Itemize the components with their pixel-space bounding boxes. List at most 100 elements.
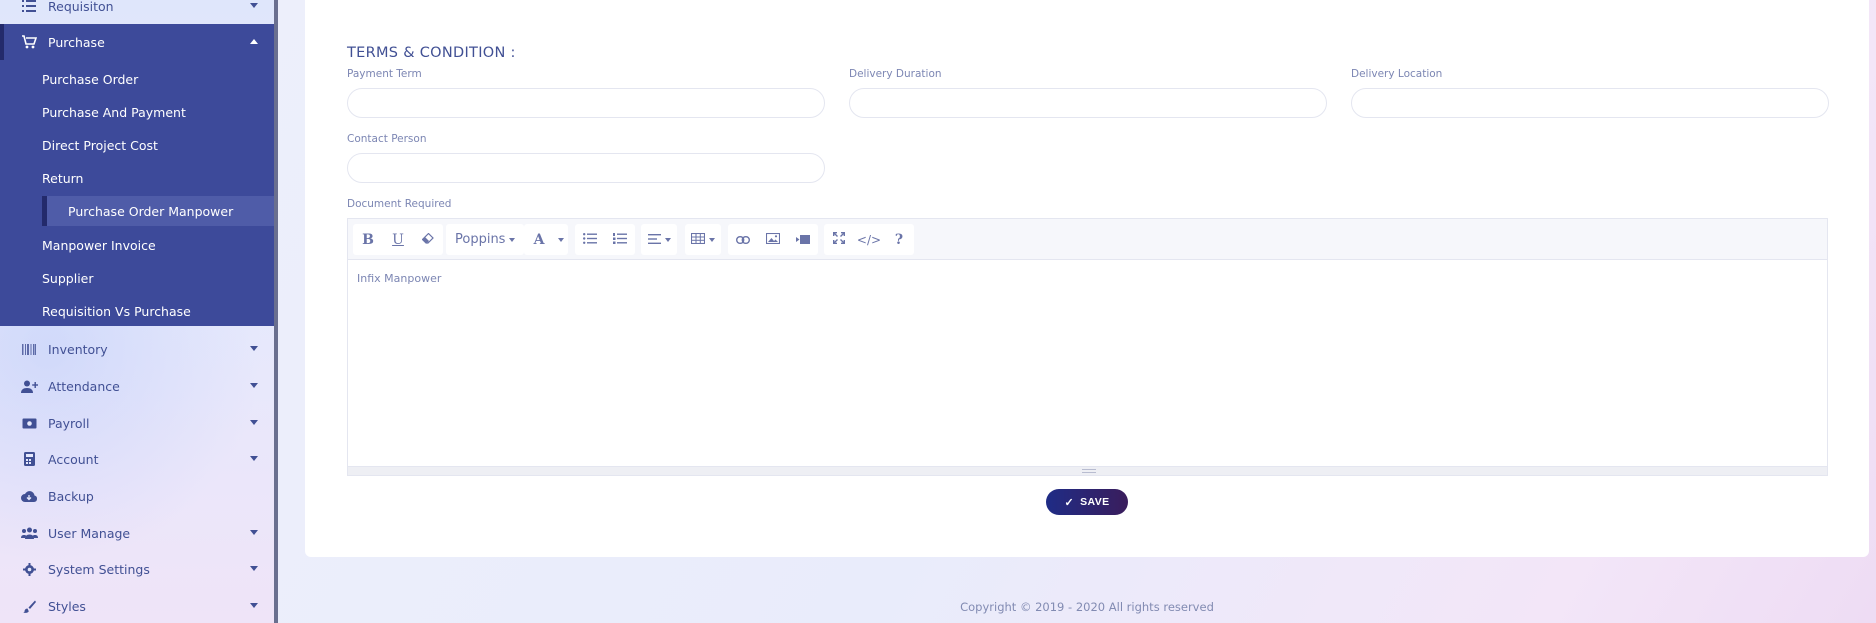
payment-term-input[interactable]	[347, 88, 825, 118]
ordered-list-icon	[613, 232, 627, 248]
submenu-item-purchase-and-payment[interactable]: Purchase And Payment	[0, 97, 274, 127]
code-icon: </>	[856, 232, 882, 247]
cloud-download-icon	[20, 488, 38, 504]
sidebar-item-label: Requisiton	[48, 0, 114, 14]
toolbar-group-lists	[575, 224, 635, 255]
delivery-location-label: Delivery Location	[1351, 68, 1443, 80]
sidebar-item-label: Payroll	[48, 415, 90, 431]
sidebar-item-label: Attendance	[48, 378, 120, 394]
chevron-down-icon	[250, 420, 258, 425]
submenu-item-manpower-invoice[interactable]: Manpower Invoice	[0, 230, 274, 260]
chevron-down-icon	[250, 3, 258, 8]
submenu-item-purchase-order[interactable]: Purchase Order	[0, 64, 274, 94]
sidebar-item-payroll[interactable]: Payroll	[0, 405, 274, 441]
sidebar: Requisiton Purchase Purchase Order Purch…	[0, 0, 274, 623]
editor-content[interactable]: Infix Manpower	[348, 260, 1827, 468]
sidebar-item-label: System Settings	[48, 561, 150, 577]
font-family-dropdown[interactable]: Poppins	[446, 224, 524, 255]
chevron-up-icon	[250, 39, 258, 44]
sidebar-item-backup[interactable]: Backup	[0, 478, 274, 514]
submenu-item-supplier[interactable]: Supplier	[0, 263, 274, 293]
money-icon	[20, 415, 38, 431]
link-icon	[735, 232, 751, 248]
video-icon	[796, 232, 810, 248]
users-icon	[20, 525, 38, 541]
sidebar-item-purchase[interactable]: Purchase	[0, 24, 274, 60]
gear-icon	[20, 561, 38, 577]
toolbar-group-view: </> ?	[824, 224, 914, 255]
chevron-down-icon	[250, 566, 258, 571]
insert-link-button[interactable]	[728, 224, 758, 255]
sidebar-item-account[interactable]: Account	[0, 441, 274, 477]
submenu-item-purchase-order-manpower[interactable]: Purchase Order Manpower	[42, 196, 274, 226]
brush-icon	[20, 598, 38, 614]
chevron-down-icon	[509, 237, 516, 242]
unordered-list-button[interactable]	[575, 224, 605, 255]
chevron-down-icon	[250, 456, 258, 461]
submenu-item-direct-project-cost[interactable]: Direct Project Cost	[0, 130, 274, 160]
sidebar-item-label: Backup	[48, 488, 94, 504]
section-title: TERMS & CONDITION :	[347, 45, 516, 61]
sidebar-item-requisition[interactable]: Requisiton	[0, 0, 274, 24]
sidebar-item-label: Account	[48, 451, 99, 467]
clear-format-button[interactable]	[413, 224, 443, 255]
chevron-down-icon	[250, 383, 258, 388]
insert-image-button[interactable]	[758, 224, 788, 255]
terms-condition-card: TERMS & CONDITION : Payment Term Deliver…	[305, 0, 1869, 557]
sidebar-item-label: Purchase	[48, 34, 105, 50]
font-color-icon: A	[533, 231, 545, 248]
check-icon: ✓	[1064, 496, 1075, 509]
expand-icon	[833, 231, 845, 248]
delivery-location-input[interactable]	[1351, 88, 1829, 118]
sidebar-item-attendance[interactable]: Attendance	[0, 368, 274, 404]
submenu-item-return[interactable]: Return	[0, 163, 274, 193]
sidebar-item-user-manage[interactable]: User Manage	[0, 515, 274, 551]
document-required-label: Document Required	[347, 198, 452, 210]
toolbar-group-style: B U	[353, 224, 443, 255]
underline-icon: U	[392, 231, 404, 248]
sidebar-item-system-settings[interactable]: System Settings	[0, 551, 274, 587]
chevron-down-icon	[250, 530, 258, 535]
bold-button[interactable]: B	[353, 224, 383, 255]
chevron-down-icon	[664, 237, 671, 242]
toolbar-group-font: Poppins	[446, 224, 525, 255]
image-icon	[765, 232, 781, 248]
help-button[interactable]: ?	[884, 224, 914, 255]
sidebar-item-inventory[interactable]: Inventory	[0, 331, 274, 367]
unordered-list-icon	[583, 232, 597, 248]
fullscreen-button[interactable]	[824, 224, 854, 255]
insert-video-button[interactable]	[788, 224, 818, 255]
cart-icon	[20, 34, 38, 50]
delivery-duration-input[interactable]	[849, 88, 1327, 118]
save-button[interactable]: ✓ SAVE	[1046, 489, 1128, 515]
toolbar-group-paragraph	[641, 224, 677, 255]
table-dropdown[interactable]	[685, 224, 721, 255]
text-color-dropdown[interactable]	[554, 224, 568, 255]
calculator-icon	[20, 451, 38, 467]
rich-text-editor: B U Poppins A </> ? Infix Manpower	[347, 218, 1828, 476]
footer-copyright: Copyright © 2019 - 2020 All rights reser…	[960, 600, 1214, 614]
table-icon	[690, 232, 706, 248]
submenu-item-requisition-vs-purchase[interactable]: Requisition Vs Purchase	[0, 296, 274, 326]
help-icon: ?	[894, 231, 904, 248]
sidebar-item-label: Styles	[48, 598, 86, 614]
toolbar-group-insert	[728, 224, 818, 255]
chevron-down-icon	[250, 603, 258, 608]
editor-resize-handle[interactable]	[348, 466, 1827, 475]
underline-button[interactable]: U	[383, 224, 413, 255]
eraser-icon	[421, 232, 434, 248]
sidebar-scrollbar[interactable]	[274, 0, 278, 623]
barcode-icon	[20, 341, 38, 357]
sidebar-item-label: Inventory	[48, 341, 108, 357]
chevron-down-icon	[250, 346, 258, 351]
resize-grip-icon	[1082, 469, 1096, 473]
contact-person-input[interactable]	[347, 153, 825, 183]
paragraph-align-dropdown[interactable]	[641, 224, 677, 255]
contact-person-label: Contact Person	[347, 133, 427, 145]
sidebar-item-styles[interactable]: Styles	[0, 588, 274, 623]
purchase-submenu: Purchase Order Purchase And Payment Dire…	[0, 60, 274, 326]
text-color-button[interactable]: A	[524, 224, 554, 255]
code-view-button[interactable]: </>	[854, 224, 884, 255]
ordered-list-button[interactable]	[605, 224, 635, 255]
toolbar-group-color: A	[524, 224, 568, 255]
